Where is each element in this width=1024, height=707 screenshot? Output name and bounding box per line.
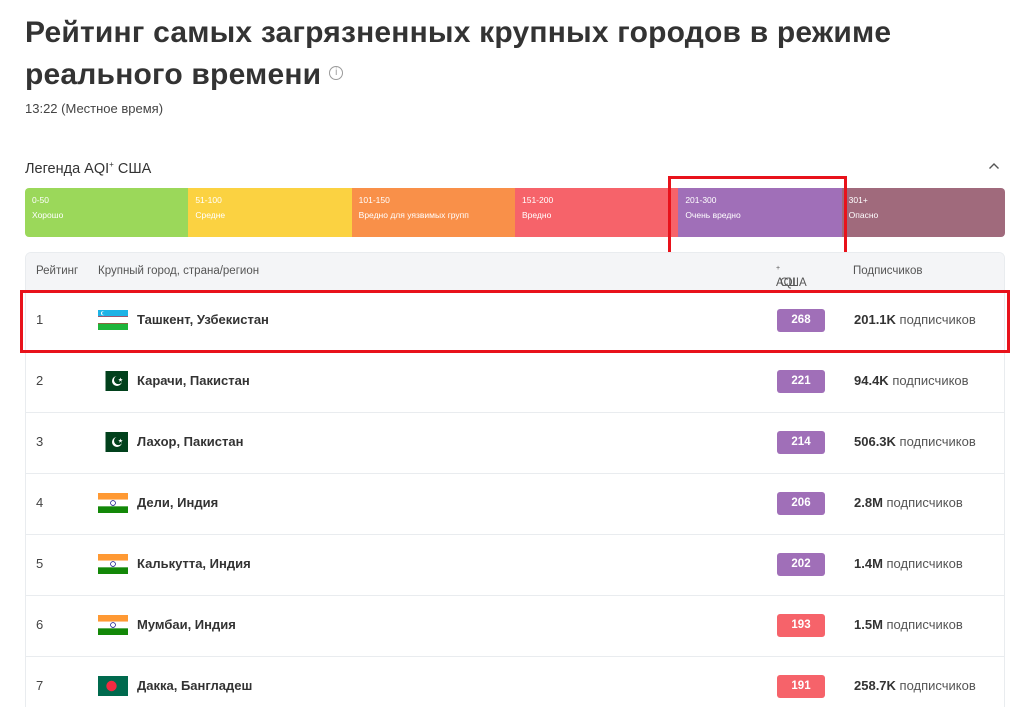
legend-range: 51-100 <box>195 195 222 205</box>
subscribers-count: 506.3K <box>854 434 896 449</box>
rank: 5 <box>36 556 44 571</box>
aqi-legend-bar: 0-50 Хорошо 51-100 Средне 101-150 Вредно дл… <box>25 188 1005 237</box>
legend-segment-unhealthy: 151-200 Вредно <box>514 188 679 237</box>
subscribers-label: подписчиков <box>895 678 976 693</box>
city-name[interactable]: Дели, Индия <box>137 495 218 510</box>
aqi-badge: 214 <box>777 431 825 454</box>
aqi-badge: 191 <box>777 675 825 698</box>
legend-title-text: Легенда AQI <box>25 160 110 177</box>
rank: 2 <box>36 373 44 388</box>
rank: 4 <box>36 495 44 510</box>
bangladesh-flag-icon <box>98 676 128 696</box>
aqi-badge: 221 <box>777 370 825 393</box>
city-name[interactable]: Мумбаи, Индия <box>137 617 236 632</box>
legend-segment-hazardous: 301+ Опасно <box>841 188 1005 237</box>
table-row[interactable]: 4 Дели, Индия 206 2.8M подписчиков <box>26 474 1004 535</box>
header-aqi-sup: + <box>776 265 781 272</box>
legend-segment-good: 0-50 Хорошо <box>25 188 189 237</box>
table-header: Рейтинг Крупный город, страна/регион AQI… <box>26 253 1004 291</box>
india-flag-icon <box>98 554 128 574</box>
highlight-box-legend <box>668 176 847 256</box>
local-time: 13:22 (Местное время) <box>25 101 164 116</box>
legend-range: 151-200 <box>521 195 554 205</box>
subscribers-label: подписчиков <box>895 434 976 449</box>
subscribers-count: 258.7K <box>854 678 896 693</box>
rank: 7 <box>36 678 44 693</box>
subscribers: 258.7K подписчиков <box>854 678 976 693</box>
india-flag-icon <box>98 493 128 513</box>
highlight-box-row <box>20 290 1010 353</box>
legend-segment-moderate: 51-100 Средне <box>188 188 352 237</box>
aqi-badge: 206 <box>777 492 825 515</box>
aqi-badge: 202 <box>777 553 825 576</box>
legend-range: 0-50 <box>32 195 50 205</box>
legend-title-suffix: США <box>113 160 152 177</box>
city-name[interactable]: Калькутта, Индия <box>137 556 251 571</box>
page-title-text: Рейтинг самых загрязненных крупных город… <box>25 16 892 91</box>
city-name[interactable]: Карачи, Пакистан <box>137 373 250 388</box>
subscribers: 94.4K подписчиков <box>854 373 969 388</box>
header-rank: Рейтинг <box>36 265 79 277</box>
subscribers-label: подписчиков <box>882 495 963 510</box>
rank: 3 <box>36 434 44 449</box>
header-subs: Подписчиков <box>853 265 923 277</box>
chevron-up-icon[interactable] <box>986 158 1002 174</box>
legend-label: Опасно <box>848 210 879 220</box>
subscribers-label: подписчиков <box>888 373 969 388</box>
table-row[interactable]: 6 Мумбаи, Индия 193 1.5M подписчиков <box>26 596 1004 657</box>
legend-range: 301+ <box>848 195 868 205</box>
legend-label: Хорошо <box>32 210 64 220</box>
header-city: Крупный город, страна/регион <box>98 265 260 277</box>
legend-range: 101-150 <box>358 195 390 205</box>
table-row[interactable]: 7 Дакка, Бангладеш 191 258.7K подписчико… <box>26 657 1004 707</box>
india-flag-icon <box>98 615 128 635</box>
city-name[interactable]: Дакка, Бангладеш <box>137 678 252 693</box>
subscribers-count: 1.5M <box>854 617 883 632</box>
subscribers-count: 94.4K <box>854 373 889 388</box>
header-aqi: AQI + США <box>776 265 807 289</box>
legend-segment-sensitive: 101-150 Вредно для уязвимых групп <box>351 188 515 237</box>
header-aqi-suffix: США <box>780 277 807 289</box>
pakistan-flag-icon <box>98 371 128 391</box>
subscribers-label: подписчиков <box>882 617 963 632</box>
table-row[interactable]: 5 Калькутта, Индия 202 1.4M подписчиков <box>26 535 1004 596</box>
subscribers: 2.8M подписчиков <box>854 495 963 510</box>
legend-title: Легенда AQI+ США <box>25 160 151 177</box>
legend-label: Средне <box>195 210 226 220</box>
subscribers-count: 2.8M <box>854 495 883 510</box>
subscribers-count: 1.4M <box>854 556 883 571</box>
table-row[interactable]: 2 Карачи, Пакистан 221 94.4K подписчиков <box>26 352 1004 413</box>
city-name[interactable]: Лахор, Пакистан <box>137 434 243 449</box>
table-row[interactable]: 3 Лахор, Пакистан 214 506.3K подписчиков <box>26 413 1004 474</box>
legend-label: Вредно для уязвимых групп <box>358 210 469 220</box>
aqi-badge: 193 <box>777 614 825 637</box>
legend-label: Вредно <box>521 210 552 220</box>
page-title: Рейтинг самых загрязненных крупных город… <box>25 12 965 96</box>
subscribers-label: подписчиков <box>882 556 963 571</box>
subscribers: 506.3K подписчиков <box>854 434 976 449</box>
info-icon[interactable]: i <box>329 66 344 81</box>
subscribers: 1.4M подписчиков <box>854 556 963 571</box>
rank: 6 <box>36 617 44 632</box>
pakistan-flag-icon <box>98 432 128 452</box>
subscribers: 1.5M подписчиков <box>854 617 963 632</box>
